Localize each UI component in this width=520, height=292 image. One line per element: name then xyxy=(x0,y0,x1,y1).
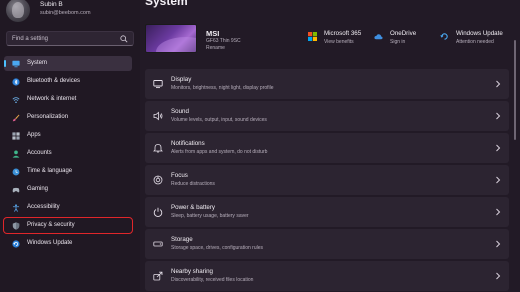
shield-icon xyxy=(12,221,20,230)
card-subtitle: Alerts from apps and system, do not dist… xyxy=(171,149,268,155)
storage-icon xyxy=(153,241,163,247)
search-input[interactable]: Find a setting xyxy=(6,31,134,46)
chevron-right-icon xyxy=(496,272,501,280)
profile-email: subin@beebom.com xyxy=(40,10,91,16)
qs-sub: Attention needed xyxy=(456,39,494,45)
sidebar-item-label: Time & language xyxy=(27,168,73,174)
chevron-right-icon xyxy=(496,208,501,216)
rename-link[interactable]: Rename xyxy=(206,45,225,51)
sidebar-item-gaming[interactable]: Gaming xyxy=(4,182,132,197)
card-title: Display xyxy=(171,76,192,83)
sidebar-item-label: Accessibility xyxy=(27,204,60,210)
share-icon xyxy=(153,271,163,281)
sidebar-item-label: Accounts xyxy=(27,150,52,156)
sidebar-item-system[interactable]: System xyxy=(4,56,132,71)
globe-clock-icon xyxy=(12,168,20,175)
qs-title: Microsoft 365 xyxy=(324,30,362,37)
card-storage[interactable]: Storage Storage space, drives, configura… xyxy=(145,229,509,259)
microsoft-365-status[interactable]: Microsoft 365 View benefits xyxy=(308,30,370,48)
card-title: Sound xyxy=(171,108,189,115)
sidebar-item-label: Gaming xyxy=(27,186,49,192)
gamepad-icon xyxy=(12,187,20,192)
card-title: Focus xyxy=(171,172,188,179)
device-model: GF63 Thin 9SC xyxy=(206,38,241,44)
qs-title: Windows Update xyxy=(456,30,503,37)
card-subtitle: Volume levels, output, input, sound devi… xyxy=(171,117,267,123)
avatar[interactable] xyxy=(6,0,30,22)
apps-icon xyxy=(12,131,20,140)
network-icon xyxy=(12,96,20,103)
card-nearby-sharing[interactable]: Nearby sharing Discoverability, received… xyxy=(145,261,509,291)
device-name: MSI xyxy=(206,29,220,38)
card-subtitle: Monitors, brightness, night light, displ… xyxy=(171,85,274,91)
search-placeholder: Find a setting xyxy=(12,35,49,42)
card-subtitle: Sleep, battery usage, battery saver xyxy=(171,213,249,219)
sidebar-item-time-language[interactable]: Time & language xyxy=(4,164,132,179)
cloud-icon xyxy=(374,34,383,40)
qs-sub: Sign in xyxy=(390,39,406,45)
card-notifications[interactable]: Notifications Alerts from apps and syste… xyxy=(145,133,509,163)
sidebar-item-accessibility[interactable]: Accessibility xyxy=(4,200,132,215)
profile-name: Subin B xyxy=(40,1,63,8)
sidebar-item-label: Privacy & security xyxy=(27,222,75,228)
card-subtitle: Reduce distractions xyxy=(171,181,215,187)
qs-sub: View benefits xyxy=(324,39,354,45)
sidebar-item-privacy-security[interactable]: Privacy & security xyxy=(3,217,133,234)
sidebar-item-windows-update[interactable]: Windows Update xyxy=(4,236,132,251)
sidebar-item-label: Apps xyxy=(27,132,41,138)
update-icon xyxy=(440,33,448,40)
chevron-right-icon xyxy=(496,176,501,184)
card-title: Power & battery xyxy=(171,204,216,211)
search-icon xyxy=(120,35,128,43)
card-title: Nearby sharing xyxy=(171,268,213,275)
brush-icon xyxy=(12,114,20,121)
bell-icon xyxy=(153,144,163,153)
display-icon xyxy=(153,80,163,89)
chevron-right-icon xyxy=(496,80,501,88)
microsoft-logo-icon xyxy=(308,32,317,41)
card-title: Notifications xyxy=(171,140,205,147)
qs-title: OneDrive xyxy=(390,30,417,37)
person-icon xyxy=(12,150,20,158)
card-power-battery[interactable]: Power & battery Sleep, battery usage, ba… xyxy=(145,197,509,227)
sidebar-item-label: Bluetooth & devices xyxy=(27,78,81,84)
accessibility-icon xyxy=(12,203,20,212)
card-subtitle: Discoverability, received files location xyxy=(171,277,254,283)
sidebar-item-label: Windows Update xyxy=(27,240,73,246)
speaker-icon xyxy=(153,111,163,121)
scrollbar[interactable] xyxy=(514,40,516,140)
sidebar-item-apps[interactable]: Apps xyxy=(4,128,132,143)
monitor-icon xyxy=(12,60,20,67)
sidebar: Subin B subin@beebom.com Find a setting … xyxy=(0,0,140,292)
power-icon xyxy=(153,207,163,217)
device-thumbnail xyxy=(145,24,197,53)
card-display[interactable]: Display Monitors, brightness, night ligh… xyxy=(145,69,509,99)
sidebar-item-personalization[interactable]: Personalization xyxy=(4,110,132,125)
sidebar-item-label: Network & internet xyxy=(27,96,77,102)
card-subtitle: Storage space, drives, configuration rul… xyxy=(171,245,263,251)
card-sound[interactable]: Sound Volume levels, output, input, soun… xyxy=(145,101,509,131)
onedrive-status[interactable]: OneDrive Sign in xyxy=(374,30,434,48)
update-icon xyxy=(12,239,20,248)
page-title: System xyxy=(145,0,188,8)
bluetooth-icon xyxy=(12,77,20,86)
sidebar-item-network[interactable]: Network & internet xyxy=(4,92,132,107)
windows-update-status[interactable]: Windows Update Attention needed xyxy=(440,30,514,48)
chevron-right-icon xyxy=(496,112,501,120)
sidebar-item-label: Personalization xyxy=(27,114,69,120)
sidebar-item-label: System xyxy=(27,60,48,66)
card-focus[interactable]: Focus Reduce distractions xyxy=(145,165,509,195)
sidebar-item-bluetooth[interactable]: Bluetooth & devices xyxy=(4,74,132,89)
sidebar-item-accounts[interactable]: Accounts xyxy=(4,146,132,161)
focus-icon xyxy=(153,175,163,185)
card-title: Storage xyxy=(171,236,193,243)
chevron-right-icon xyxy=(496,144,501,152)
chevron-right-icon xyxy=(496,240,501,248)
